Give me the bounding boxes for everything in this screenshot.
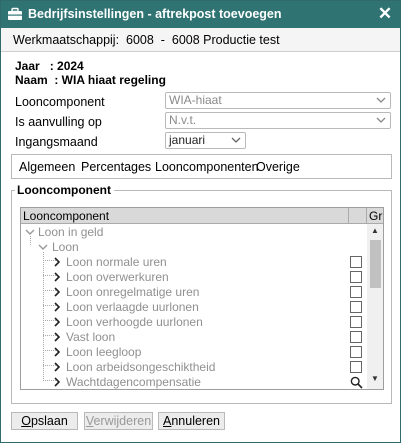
column-divider bbox=[366, 208, 367, 224]
expand-arrow-icon[interactable] bbox=[52, 317, 62, 327]
row-checkbox[interactable] bbox=[350, 301, 362, 313]
tree-row-vast-loon[interactable]: Vast loon bbox=[21, 330, 367, 345]
tree-row-loon[interactable]: Loon bbox=[21, 240, 367, 255]
column-divider bbox=[348, 208, 349, 224]
ingangsmaand-label: Ingangsmaand bbox=[15, 135, 98, 149]
scroll-thumb[interactable] bbox=[370, 240, 381, 288]
tab-bar: Algemeen Percentages Looncomponenten Ove… bbox=[11, 154, 392, 179]
tree-row-loon-onregelmatige-uren[interactable]: Loon onregelmatige uren bbox=[21, 285, 367, 300]
tab-algemeen[interactable]: Algemeen bbox=[19, 160, 75, 174]
opslaan-button[interactable]: Opslaan bbox=[11, 412, 78, 430]
expand-arrow-icon[interactable] bbox=[52, 272, 62, 282]
tree-row-label: Loon bbox=[52, 240, 79, 254]
row-checkbox[interactable] bbox=[350, 331, 362, 343]
row-checkbox[interactable] bbox=[350, 346, 362, 358]
expand-arrow-icon[interactable] bbox=[52, 362, 62, 372]
window-title: Bedrijfsinstellingen - aftrekpost toevoe… bbox=[28, 7, 282, 21]
chevron-down-icon bbox=[231, 137, 241, 143]
opslaan-label: pslaan bbox=[30, 414, 68, 428]
annuleren-label: nnuleren bbox=[171, 414, 220, 428]
ingangsmaand-select[interactable]: januari bbox=[165, 132, 246, 149]
close-icon[interactable]: ✕ bbox=[376, 4, 394, 24]
expand-arrow-icon[interactable] bbox=[52, 377, 62, 387]
expand-arrow-icon[interactable] bbox=[52, 257, 62, 267]
looncomponent-value: WIA-hiaat bbox=[169, 93, 222, 107]
tree-header: Looncomponent Gr bbox=[21, 208, 383, 224]
year-line: Jaar : 2024 bbox=[15, 59, 84, 73]
expand-arrow-icon[interactable] bbox=[52, 302, 62, 312]
tree-row-label: Loon verlaagde uurlonen bbox=[66, 300, 199, 314]
row-checkbox[interactable] bbox=[350, 286, 362, 298]
tree-row-loon-leegloop[interactable]: Loon leegloop bbox=[21, 345, 367, 360]
tab-looncomponenten[interactable]: Looncomponenten bbox=[155, 160, 259, 174]
ingangsmaand-value: januari bbox=[169, 133, 206, 147]
tree-row-label: Loon arbeidsongeschiktheid bbox=[66, 360, 216, 374]
chevron-down-icon bbox=[376, 117, 386, 123]
dialog-window: Bedrijfsinstellingen - aftrekpost toevoe… bbox=[0, 0, 401, 443]
tree-row-label: Loon leegloop bbox=[66, 345, 142, 359]
tree-row-loon-verlaagde-uurlonen[interactable]: Loon verlaagde uurlonen bbox=[21, 300, 367, 315]
tree-row-label: Loon overwerkuren bbox=[66, 270, 169, 284]
title-bar: Bedrijfsinstellingen - aftrekpost toevoe… bbox=[1, 1, 400, 28]
aanvulling-select[interactable]: N.v.t. bbox=[165, 112, 391, 129]
search-icon[interactable] bbox=[350, 376, 363, 389]
annuleren-button[interactable]: Annuleren bbox=[158, 412, 225, 430]
row-checkbox[interactable] bbox=[350, 361, 362, 373]
name-line: Naam : WIA hiaat regeling bbox=[15, 73, 166, 87]
expand-arrow-icon[interactable] bbox=[52, 332, 62, 342]
row-checkbox[interactable] bbox=[350, 256, 362, 268]
chevron-down-icon bbox=[376, 97, 386, 103]
tree-row-loon-verhoogde-uurlonen[interactable]: Loon verhoogde uurlonen bbox=[21, 315, 367, 330]
expand-arrow-icon[interactable] bbox=[52, 287, 62, 297]
collapse-arrow-icon[interactable] bbox=[25, 227, 35, 237]
tree-row-label: Wachtdagencompensatie bbox=[66, 375, 201, 389]
tab-percentages[interactable]: Percentages bbox=[81, 160, 151, 174]
aanvulling-label: Is aanvulling op bbox=[15, 115, 102, 129]
expand-arrow-icon[interactable] bbox=[52, 347, 62, 357]
tree-scrollbar[interactable]: ▲ ▼ bbox=[367, 224, 383, 389]
looncomponent-select[interactable]: WIA-hiaat bbox=[165, 92, 391, 109]
tree-row-label: Vast loon bbox=[66, 330, 116, 344]
column-header-looncomponent[interactable]: Looncomponent bbox=[23, 209, 109, 223]
company-text: Werkmaatschappij: 6008 - 6008 Productie … bbox=[13, 33, 280, 47]
tree-row-label: Loon in geld bbox=[38, 225, 104, 239]
column-header-gr[interactable]: Gr bbox=[369, 209, 383, 223]
looncomponent-tree: Looncomponent Gr Loon in geld Loon Loon … bbox=[20, 207, 384, 390]
collapse-arrow-icon[interactable] bbox=[38, 242, 48, 252]
tree-row-loon-overwerkuren[interactable]: Loon overwerkuren bbox=[21, 270, 367, 285]
tree-row-label: Loon normale uren bbox=[66, 255, 167, 269]
tree-row-label: Loon onregelmatige uren bbox=[66, 285, 200, 299]
verwijderen-button[interactable]: Verwijderen bbox=[84, 412, 153, 430]
verwijderen-label: erwijderen bbox=[93, 414, 152, 428]
opslaan-accesskey: O bbox=[21, 414, 31, 428]
tree-row-loon-normale-uren[interactable]: Loon normale uren bbox=[21, 255, 367, 270]
tree-row-label: Loon verhoogde uurlonen bbox=[66, 315, 203, 329]
row-checkbox[interactable] bbox=[350, 271, 362, 283]
company-bar: Werkmaatschappij: 6008 - 6008 Productie … bbox=[1, 28, 400, 52]
scroll-down-icon[interactable]: ▼ bbox=[371, 374, 379, 383]
tree-row-wachtdagencompensatie[interactable]: Wachtdagencompensatie bbox=[21, 375, 367, 389]
briefcase-icon bbox=[8, 7, 22, 20]
tree-row-loon-arbeidsongeschiktheid[interactable]: Loon arbeidsongeschiktheid bbox=[21, 360, 367, 375]
aanvulling-value: N.v.t. bbox=[169, 113, 197, 127]
row-checkbox[interactable] bbox=[350, 316, 362, 328]
looncomponent-label: Looncomponent bbox=[15, 95, 105, 109]
tab-overige[interactable]: Overige bbox=[256, 160, 300, 174]
group-legend: Looncomponent bbox=[15, 183, 114, 197]
scroll-up-icon[interactable]: ▲ bbox=[371, 226, 379, 235]
tree-row-loon-in-geld[interactable]: Loon in geld bbox=[21, 225, 367, 240]
